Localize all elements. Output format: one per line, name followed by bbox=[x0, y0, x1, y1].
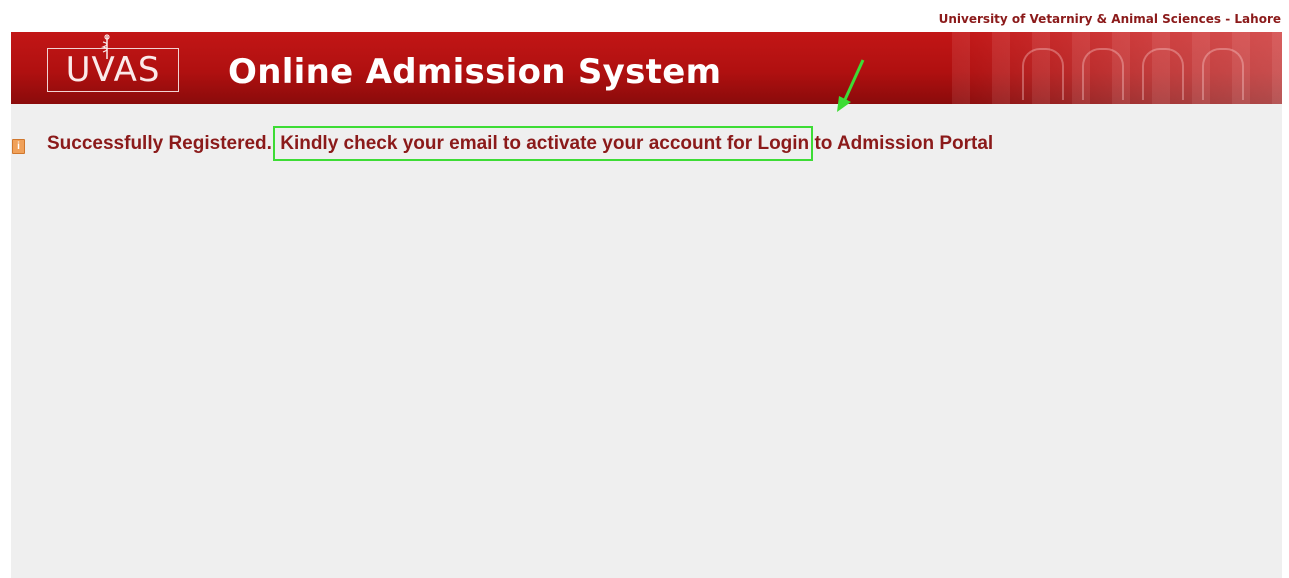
message-suffix: to Admission Portal bbox=[814, 133, 994, 154]
main-content bbox=[11, 104, 1282, 578]
registration-message: Successfully Registered. Kindly check yo… bbox=[47, 126, 994, 161]
banner-building-image bbox=[952, 32, 1282, 104]
page-title: Online Admission System bbox=[228, 52, 722, 92]
header-banner: UVAS Online Admission System bbox=[11, 32, 1282, 104]
highlighted-message: Kindly check your email to activate your… bbox=[273, 126, 814, 161]
info-icon: i bbox=[12, 139, 25, 154]
message-prefix: Successfully Registered. bbox=[47, 133, 272, 154]
caduceus-icon bbox=[100, 34, 110, 59]
university-link[interactable]: University of Vetarniry & Animal Science… bbox=[939, 12, 1281, 26]
annotation-arrow-icon bbox=[837, 59, 865, 112]
